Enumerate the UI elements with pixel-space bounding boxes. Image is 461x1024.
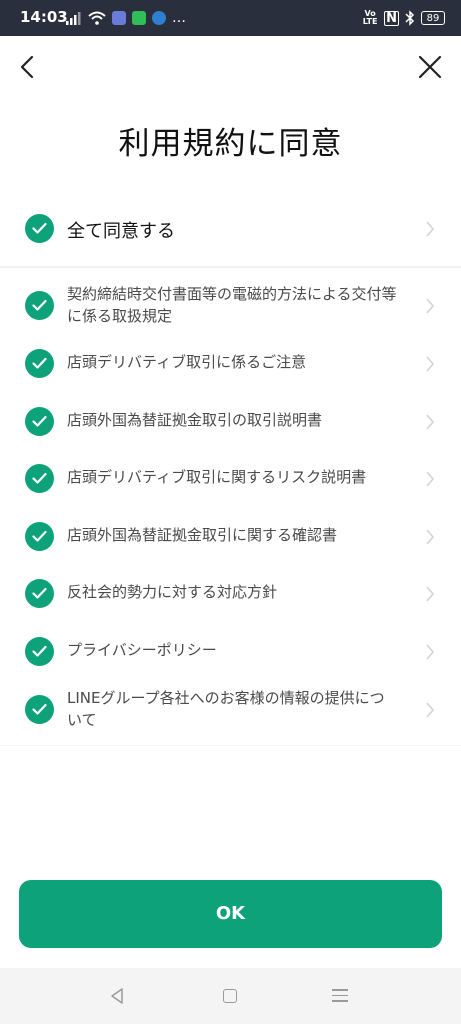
chevron-right-icon (426, 298, 435, 314)
page-title: 利用規約に同意 (118, 126, 343, 162)
bluetooth-icon (405, 10, 415, 26)
checkmark-icon (32, 472, 47, 484)
terms-item-privacy-policy[interactable]: プライバシーポリシー (0, 631, 461, 673)
ok-button[interactable]: OK (19, 880, 442, 948)
line-app-icon (132, 11, 146, 25)
item-label: 店頭外国為替証拠金取引の取引説明書 (67, 411, 323, 429)
nav-back-icon[interactable] (108, 987, 126, 1005)
more-notifications-icon: … (172, 10, 187, 26)
checkmark-icon (32, 703, 47, 715)
agree-all-label: 全て同意する (67, 221, 175, 242)
item-checkbox[interactable] (25, 407, 54, 436)
chevron-right-icon (426, 586, 435, 602)
chevron-right-icon (426, 529, 435, 545)
divider (0, 745, 461, 746)
item-checkbox[interactable] (25, 579, 54, 608)
checkmark-icon (32, 587, 47, 599)
terms-item-otc-derivative-notice[interactable]: 店頭デリバティブ取引に係るご注意 (0, 343, 461, 385)
bank-app-icon (152, 11, 166, 25)
item-label: 契約締結時交付書面等の電磁的方法による交付等に係る取扱規定 (67, 285, 397, 325)
chevron-right-icon (426, 471, 435, 487)
volte-icon: Vo LTE (362, 9, 378, 26)
battery-icon: 89 (421, 11, 445, 25)
back-button[interactable] (12, 50, 46, 84)
chevron-right-icon (426, 414, 435, 430)
agree-all-checkbox[interactable] (25, 214, 54, 243)
terms-item-antisocial-policy[interactable]: 反社会的勢力に対する対応方針 (0, 573, 461, 615)
chevron-right-icon (426, 644, 435, 660)
item-checkbox[interactable] (25, 349, 54, 378)
chevron-right-icon (426, 356, 435, 372)
item-label: プライバシーポリシー (67, 641, 217, 659)
navigation-bar (0, 968, 461, 1024)
item-label: 店頭外国為替証拠金取引に関する確認書 (67, 526, 338, 544)
signal-icon (66, 12, 81, 25)
terms-item-electronic-delivery[interactable]: 契約締結時交付書面等の電磁的方法による交付等に係る取扱規定 (0, 280, 461, 332)
checkmark-icon (32, 530, 47, 542)
item-label: 店頭デリバティブ取引に関するリスク説明書 (67, 468, 367, 486)
item-checkbox[interactable] (25, 695, 54, 724)
item-checkbox[interactable] (25, 291, 54, 320)
terms-item-derivative-risk[interactable]: 店頭デリバティブ取引に関するリスク説明書 (0, 458, 461, 500)
close-button[interactable] (413, 50, 447, 84)
item-checkbox[interactable] (25, 637, 54, 666)
item-checkbox[interactable] (25, 522, 54, 551)
discord-app-icon (112, 11, 126, 25)
item-label: 店頭デリバティブ取引に係るご注意 (67, 353, 307, 371)
terms-item-fx-explanation[interactable]: 店頭外国為替証拠金取引の取引説明書 (0, 401, 461, 443)
status-time: 14:03 (20, 8, 68, 26)
checkmark-icon (32, 222, 47, 234)
nfc-icon: N (384, 10, 399, 26)
checkmark-icon (32, 357, 47, 369)
nav-home-icon[interactable] (223, 989, 237, 1003)
item-checkbox[interactable] (25, 464, 54, 493)
close-icon (418, 55, 442, 79)
item-label: 反社会的勢力に対する対応方針 (67, 583, 278, 601)
terms-item-line-group-info[interactable]: LINEグループ各社へのお客様の情報の提供について (0, 684, 461, 736)
chevron-left-icon (20, 55, 34, 79)
terms-item-fx-confirmation[interactable]: 店頭外国為替証拠金取引に関する確認書 (0, 516, 461, 558)
wifi-icon (88, 11, 106, 25)
item-label: LINEグループ各社へのお客様の情報の提供について (67, 689, 385, 729)
checkmark-icon (32, 299, 47, 311)
checkmark-icon (32, 645, 47, 657)
chevron-right-icon (426, 702, 435, 718)
divider (0, 266, 461, 268)
agree-all-row[interactable]: 全て同意する (0, 200, 461, 258)
nav-recents-icon[interactable] (332, 989, 348, 1006)
chevron-right-icon (426, 221, 435, 237)
status-bar: 14:03 … Vo LTE N 89 (0, 0, 461, 36)
checkmark-icon (32, 415, 47, 427)
